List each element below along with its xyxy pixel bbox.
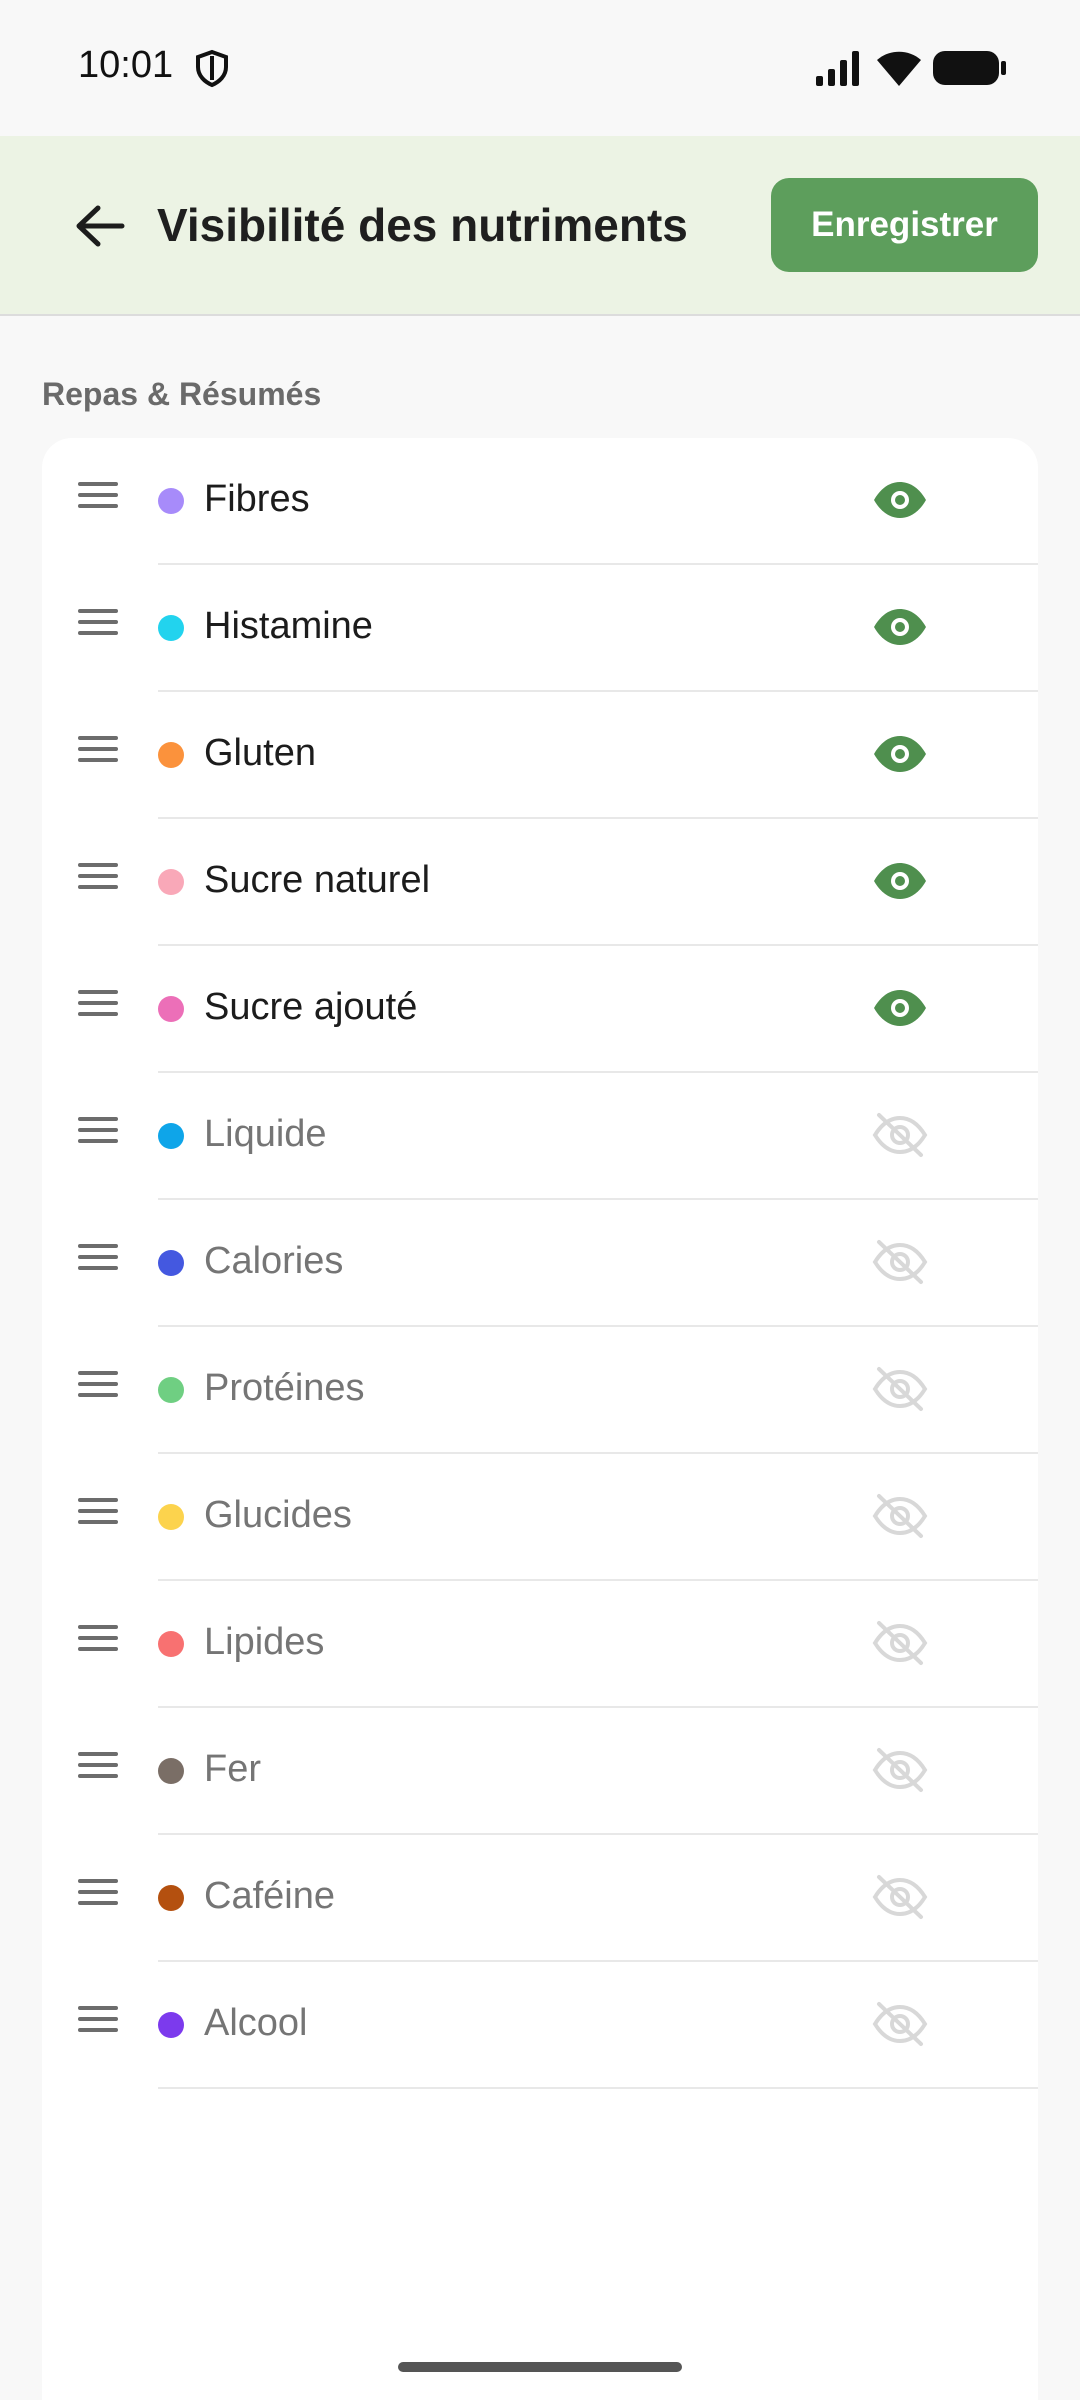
app-bar: Visibilité des nutriments Enregistrer (0, 136, 1080, 316)
drag-handle-icon[interactable] (78, 863, 120, 893)
drag-handle-icon[interactable] (78, 1625, 120, 1655)
nutrient-label: Lipides (204, 1621, 325, 1663)
nutrient-row[interactable]: Gluten (42, 692, 1038, 819)
nutrient-color-dot (158, 1885, 184, 1911)
nutrient-label: Sucre naturel (204, 859, 431, 901)
nutrient-color-dot (158, 1631, 184, 1657)
nutrient-row[interactable]: Alcool (42, 1962, 1038, 2089)
eye-icon[interactable] (870, 855, 930, 907)
nutrient-row[interactable]: Histamine (42, 565, 1038, 692)
nutrient-row[interactable]: Fibres (42, 438, 1038, 565)
shield-icon (196, 49, 228, 88)
nutrient-row[interactable]: Calories (42, 1200, 1038, 1327)
nutrient-label: Glucides (204, 1494, 352, 1536)
signal-icon (816, 51, 859, 86)
nutrient-row[interactable]: Lipides (42, 1581, 1038, 1708)
nutrient-label: Fer (204, 1748, 261, 1790)
drag-handle-icon[interactable] (78, 1752, 120, 1782)
nutrient-color-dot (158, 488, 184, 514)
drag-handle-icon[interactable] (78, 1371, 120, 1401)
nutrient-label: Sucre ajouté (204, 986, 418, 1028)
section-label: Repas & Résumés (42, 376, 322, 412)
nutrient-row[interactable]: Sucre ajouté (42, 946, 1038, 1073)
nutrient-label: Alcool (204, 2002, 308, 2044)
nutrient-row[interactable]: Protéines (42, 1327, 1038, 1454)
wifi-icon (877, 51, 921, 86)
nutrient-color-dot (158, 2012, 184, 2038)
nutrient-label: Histamine (204, 605, 373, 647)
eye-off-icon[interactable] (870, 1490, 930, 1542)
eye-off-icon[interactable] (870, 1363, 930, 1415)
eye-off-icon[interactable] (870, 1617, 930, 1669)
page-title: Visibilité des nutriments (157, 199, 688, 251)
nutrient-list: Fibres Histamine Gluten Sucre naturel Su… (42, 438, 1038, 2089)
eye-off-icon[interactable] (870, 1109, 930, 1161)
eye-icon[interactable] (870, 601, 930, 653)
nutrient-label: Gluten (204, 732, 316, 774)
nutrient-label: Fibres (204, 478, 310, 520)
nutrient-row[interactable]: Fer (42, 1708, 1038, 1835)
save-button[interactable]: Enregistrer (771, 178, 1038, 272)
drag-handle-icon[interactable] (78, 1244, 120, 1274)
nutrient-card: Fibres Histamine Gluten Sucre naturel Su… (42, 438, 1038, 2400)
nutrient-color-dot (158, 996, 184, 1022)
drag-handle-icon[interactable] (78, 1498, 120, 1528)
nutrient-color-dot (158, 742, 184, 768)
row-divider (158, 2087, 1038, 2089)
home-indicator[interactable] (398, 2362, 682, 2372)
eye-off-icon[interactable] (870, 1998, 930, 2050)
nutrient-color-dot (158, 869, 184, 895)
drag-handle-icon[interactable] (78, 2006, 120, 2036)
drag-handle-icon[interactable] (78, 1117, 120, 1147)
nutrient-row[interactable]: Liquide (42, 1073, 1038, 1200)
nutrient-color-dot (158, 1504, 184, 1530)
drag-handle-icon[interactable] (78, 736, 120, 766)
drag-handle-icon[interactable] (78, 990, 120, 1020)
arrow-left-icon (76, 205, 125, 247)
nutrient-color-dot (158, 1377, 184, 1403)
nutrient-color-dot (158, 1758, 184, 1784)
eye-off-icon[interactable] (870, 1871, 930, 1923)
nutrient-row[interactable]: Glucides (42, 1454, 1038, 1581)
nutrient-row[interactable]: Caféine (42, 1835, 1038, 1962)
eye-icon[interactable] (870, 982, 930, 1034)
eye-icon[interactable] (870, 728, 930, 780)
status-bar: 10:01 (0, 0, 1080, 136)
back-button[interactable] (60, 186, 140, 266)
eye-off-icon[interactable] (870, 1236, 930, 1288)
drag-handle-icon[interactable] (78, 482, 120, 512)
battery-icon (933, 51, 1006, 85)
drag-handle-icon[interactable] (78, 609, 120, 639)
status-time: 10:01 (78, 44, 174, 86)
drag-handle-icon[interactable] (78, 1879, 120, 1909)
nutrient-color-dot (158, 615, 184, 641)
nutrient-row[interactable]: Sucre naturel (42, 819, 1038, 946)
eye-off-icon[interactable] (870, 1744, 930, 1796)
eye-icon[interactable] (870, 474, 930, 526)
nutrient-label: Protéines (204, 1367, 365, 1409)
nutrient-label: Liquide (204, 1113, 327, 1155)
nutrient-color-dot (158, 1123, 184, 1149)
nutrient-label: Calories (204, 1240, 344, 1282)
nutrient-label: Caféine (204, 1875, 335, 1917)
nutrient-color-dot (158, 1250, 184, 1276)
